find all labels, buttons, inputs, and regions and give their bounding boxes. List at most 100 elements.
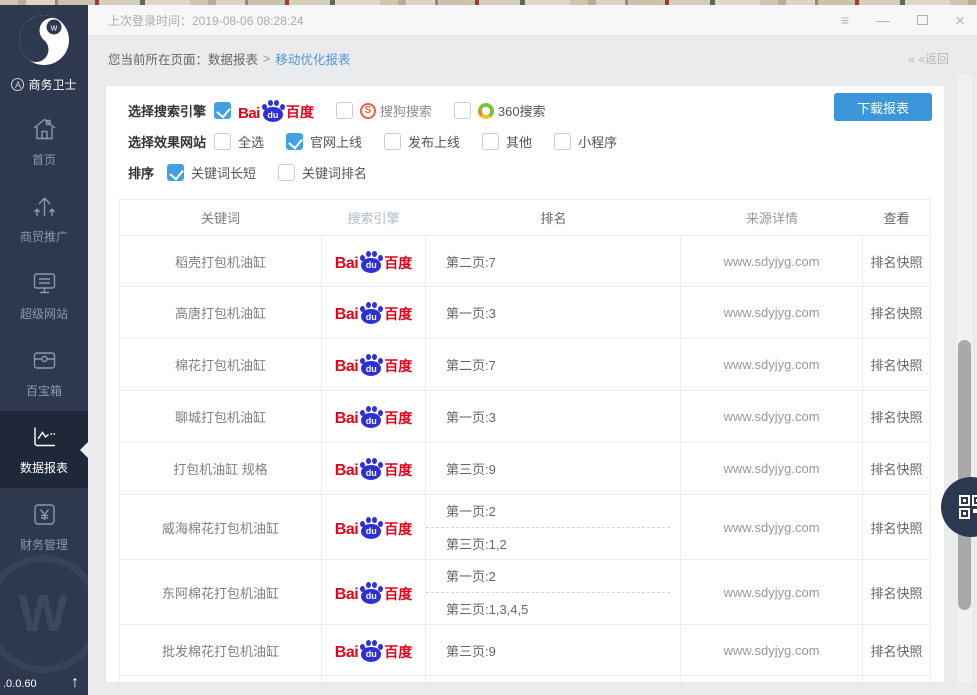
snapshot-link[interactable]: 排名快照 (863, 236, 930, 286)
360-checkbox[interactable] (454, 102, 471, 119)
baidu-logo-icon: Bai du 百度 (335, 639, 412, 662)
site-filter-row: 选择效果网站 全选 官网上线 发布上线 其他 (128, 126, 944, 157)
engine-option-baidu[interactable]: Bai du 百度 (214, 99, 314, 122)
rank-cell: 第三页:9 (426, 625, 681, 675)
minimize-icon[interactable]: — (876, 13, 890, 27)
home-icon (31, 116, 58, 142)
finance-icon (31, 501, 58, 527)
engine-cell: Bai du 百度 (321, 236, 426, 286)
keyword-cell: 威海棉花打包机油缸 (120, 495, 321, 559)
sidebar: w A 商务卫士 首页 商 (0, 5, 88, 695)
snapshot-link (863, 676, 930, 683)
site-option-publish[interactable]: 发布上线 (384, 132, 460, 151)
table-row: 聊城打包机油缸 Bai du 百度 第一页:3 www.sdyjyg.com 排… (120, 390, 930, 442)
last-login-time: 上次登录时间：2019-08-06 08:28:24 (108, 12, 303, 29)
site-filter-label: 选择效果网站 (128, 132, 214, 151)
snapshot-link[interactable]: 排名快照 (863, 625, 930, 675)
site-option-other[interactable]: 其他 (482, 132, 532, 151)
baidu-logo-icon: Bai du 百度 (335, 457, 412, 480)
keyword-cell: 高唐打包机油缸 (120, 287, 321, 338)
sidebar-item-finance[interactable]: 财务管理 (0, 488, 88, 565)
snapshot-link[interactable]: 排名快照 (863, 287, 930, 338)
table-row-partial: Bai du 百度 (120, 675, 930, 683)
table-row: 威海棉花打包机油缸 Bai du 百度 第一页:2 第三页:1,2 www.sd… (120, 494, 930, 559)
rank-line: 第三页:1,3,4,5 (426, 593, 680, 625)
snapshot-link[interactable]: 排名快照 (863, 391, 930, 442)
sidebar-item-label: 首页 (32, 151, 56, 168)
baidu-logo-icon: Bai du 百度 (335, 301, 412, 324)
keyword-cell: 打包机油缸 规格 (120, 443, 321, 494)
header-view: 查看 (863, 208, 930, 227)
keyword-length-checkbox[interactable] (167, 164, 184, 181)
other-checkbox[interactable] (482, 133, 499, 150)
miniprogram-checkbox[interactable] (554, 133, 571, 150)
source-cell: www.sdyjyg.com (681, 236, 863, 286)
rank-cell: 第一页:2 第三页:1,3,4,5 (426, 560, 681, 624)
all-checkbox[interactable] (214, 133, 231, 150)
sogou-icon: S (360, 103, 376, 119)
report-panel: 选择搜索引擎 Bai du 百度 (105, 85, 945, 683)
menu-icon[interactable]: ≡ (841, 13, 849, 27)
sidebar-item-label: 财务管理 (20, 536, 68, 553)
sidebar-item-label: 百宝箱 (26, 382, 62, 399)
breadcrumb-current-link[interactable]: 移动优化报表 (275, 49, 350, 68)
sogou-label: 搜狗搜索 (380, 101, 432, 120)
publish-checkbox[interactable] (384, 133, 401, 150)
back-link[interactable]: « «返回 (908, 50, 949, 67)
engine-option-sogou[interactable]: S 搜狗搜索 (336, 101, 432, 120)
engine-option-360[interactable]: 360搜索 (454, 101, 546, 120)
sidebar-item-data-report[interactable]: 数据报表 (0, 411, 88, 488)
download-report-button[interactable]: 下载报表 (834, 93, 932, 121)
baidu-checkbox[interactable] (214, 102, 231, 119)
rank-cell (426, 676, 681, 683)
header-rank: 排名 (426, 208, 681, 227)
sort-filter-label: 排序 (128, 163, 154, 182)
rank-cell: 第二页:7 (426, 236, 681, 286)
yinyang-logo-icon: w (18, 14, 70, 66)
breadcrumb-prefix: 您当前所在页面： (108, 49, 208, 68)
sidebar-item-home[interactable]: 首页 (0, 103, 88, 180)
scrollbar-thumb[interactable] (958, 340, 971, 610)
website-icon (31, 270, 58, 296)
snapshot-link[interactable]: 排名快照 (863, 560, 930, 624)
header-engine: 搜索引擎 (321, 208, 426, 227)
sort-option-length[interactable]: 关键词长短 (167, 163, 256, 182)
baidu-logo-icon: Bai du 百度 (335, 353, 412, 376)
table-row: 打包机油缸 规格 Bai du 百度 第三页:9 www.sdyjyg.com … (120, 442, 930, 494)
engine-cell: Bai du 百度 (321, 287, 426, 338)
close-icon[interactable]: × (955, 12, 965, 29)
watermark-letter: W (18, 584, 67, 644)
sort-option-rank[interactable]: 关键词排名 (278, 163, 367, 182)
sogou-checkbox[interactable] (336, 102, 353, 119)
sort-option-label: 关键词长短 (191, 163, 256, 182)
snapshot-link[interactable]: 排名快照 (863, 443, 930, 494)
site-option-all[interactable]: 全选 (214, 132, 264, 151)
engine-cell: Bai du 百度 (321, 676, 426, 683)
engine-cell: Bai du 百度 (321, 391, 426, 442)
sort-option-label: 关键词排名 (302, 163, 367, 182)
source-cell: www.sdyjyg.com (681, 495, 863, 559)
app-logo: w A 商务卫士 (0, 5, 88, 93)
engine-cell: Bai du 百度 (321, 339, 426, 390)
window-controls: ≡ — × (841, 12, 965, 29)
keyword-rank-checkbox[interactable] (278, 164, 295, 181)
update-arrow-icon[interactable]: ↑ (71, 674, 79, 692)
sort-filter-row: 排序 关键词长短 关键词排名 (128, 157, 944, 188)
sidebar-item-website[interactable]: 超级网站 (0, 257, 88, 334)
sidebar-item-label: 数据报表 (20, 459, 68, 476)
sidebar-item-promotion[interactable]: 商贸推广 (0, 180, 88, 257)
snapshot-link[interactable]: 排名快照 (863, 495, 930, 559)
official-checkbox[interactable] (286, 133, 303, 150)
site-option-official[interactable]: 官网上线 (286, 132, 362, 151)
snapshot-link[interactable]: 排名快照 (863, 339, 930, 390)
main-content: 您当前所在页面： 数据报表 > 移动优化报表 « «返回 选择搜索引擎 Bai (88, 35, 977, 695)
baidu-logo-icon: Bai du 百度 (335, 581, 412, 604)
vertical-scrollbar[interactable] (957, 75, 972, 683)
maximize-icon[interactable] (917, 15, 928, 25)
sidebar-item-toolbox[interactable]: 百宝箱 (0, 334, 88, 411)
sidebar-item-label: 超级网站 (20, 305, 68, 322)
table-header-row: 关键词 搜索引擎 排名 来源详情 查看 (120, 200, 930, 235)
site-option-miniprogram[interactable]: 小程序 (554, 132, 617, 151)
keyword-cell: 棉花打包机油缸 (120, 339, 321, 390)
baidu-bai-text: Bai (238, 105, 260, 122)
